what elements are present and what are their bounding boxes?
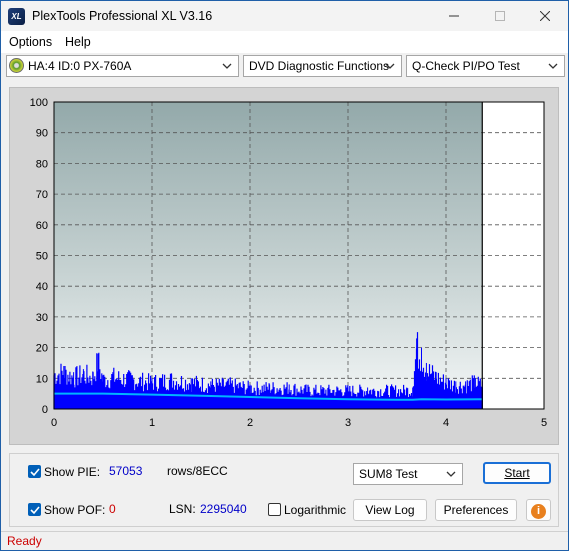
toolbar: HA:4 ID:0 PX-760A DVD Diagnostic Functio… <box>1 53 568 79</box>
logarithmic-checkbox[interactable] <box>268 503 281 516</box>
y-tick-label: 50 <box>36 251 48 263</box>
test-mode-select[interactable]: SUM8 Test <box>353 463 463 485</box>
chevron-down-icon <box>446 471 456 477</box>
show-pof-checkbox[interactable] <box>28 503 41 516</box>
chevron-down-icon <box>222 63 232 69</box>
window-title: PlexTools Professional XL V3.16 <box>32 9 213 23</box>
start-button-label: Start <box>504 466 530 480</box>
preferences-button-label: Preferences <box>443 503 509 517</box>
drive-select-value: HA:4 ID:0 PX-760A <box>28 59 132 73</box>
disc-drive-icon <box>9 58 24 73</box>
test-select[interactable]: Q-Check PI/PO Test <box>406 55 565 77</box>
maximize-icon <box>495 11 505 21</box>
info-icon: i <box>531 504 546 519</box>
info-button[interactable]: i <box>526 499 551 521</box>
show-pie-checkbox[interactable] <box>28 465 41 478</box>
x-tick-label: 0 <box>51 417 57 429</box>
y-tick-label: 20 <box>36 343 48 355</box>
lsn-value: 2295040 <box>200 502 247 516</box>
pie-value: 57053 <box>109 464 143 478</box>
x-tick-label: 5 <box>541 417 547 429</box>
test-select-value: Q-Check PI/PO Test <box>412 59 520 73</box>
menu-bar: Options Help <box>1 31 568 53</box>
status-bar: Ready <box>1 531 568 550</box>
status-text: Ready <box>7 534 42 548</box>
preferences-button[interactable]: Preferences <box>435 499 517 521</box>
test-mode-value: SUM8 Test <box>359 467 418 481</box>
maximize-button[interactable] <box>477 1 523 31</box>
pipo-chart: 0 10 20 30 40 50 60 70 80 90 100 0 1 2 3 4 5 <box>30 97 547 429</box>
x-tick-label: 3 <box>345 417 351 429</box>
y-tick-label: 60 <box>36 220 48 232</box>
close-button[interactable] <box>522 1 568 31</box>
y-tick-label: 10 <box>36 373 48 385</box>
show-pie-label: Show PIE: <box>44 465 101 479</box>
chart-panel: 0 10 20 30 40 50 60 70 80 90 100 0 1 2 3 4 5 <box>9 87 559 445</box>
drive-select[interactable]: HA:4 ID:0 PX-760A <box>6 55 239 77</box>
view-log-button[interactable]: View Log <box>353 499 427 521</box>
app-window: XL PlexTools Professional XL V3.16 Optio… <box>0 0 569 551</box>
check-icon <box>30 506 40 515</box>
minimize-icon <box>449 15 459 17</box>
app-logo-icon: XL <box>8 8 25 25</box>
x-tick-label: 2 <box>247 417 253 429</box>
controls-panel: Show PIE: 57053 rows/8ECC SUM8 Test Star… <box>9 453 559 527</box>
chevron-down-icon <box>385 63 395 69</box>
x-tick-label: 1 <box>149 417 155 429</box>
pie-unit: rows/8ECC <box>167 464 228 478</box>
y-tick-label: 0 <box>42 404 48 416</box>
minimize-button[interactable] <box>431 1 477 31</box>
x-tick-label: 4 <box>443 417 449 429</box>
y-tick-label: 80 <box>36 158 48 170</box>
lsn-label: LSN: <box>169 502 196 516</box>
title-bar: XL PlexTools Professional XL V3.16 <box>1 1 568 31</box>
chevron-down-icon <box>548 63 558 69</box>
check-icon <box>30 468 40 477</box>
start-button[interactable]: Start <box>483 462 551 484</box>
logarithmic-label: Logarithmic <box>284 503 347 517</box>
pof-value: 0 <box>109 502 116 516</box>
y-tick-label: 100 <box>30 97 48 109</box>
y-tick-label: 30 <box>36 312 48 324</box>
show-pof-label: Show POF: <box>44 503 106 517</box>
y-tick-label: 70 <box>36 189 48 201</box>
function-select-value: DVD Diagnostic Functions <box>249 59 390 73</box>
menu-help[interactable]: Help <box>65 35 91 49</box>
view-log-button-label: View Log <box>365 503 415 517</box>
menu-options[interactable]: Options <box>9 35 52 49</box>
y-tick-label: 90 <box>36 128 48 140</box>
y-tick-label: 40 <box>36 281 48 293</box>
close-icon <box>540 11 550 21</box>
function-select[interactable]: DVD Diagnostic Functions <box>243 55 402 77</box>
